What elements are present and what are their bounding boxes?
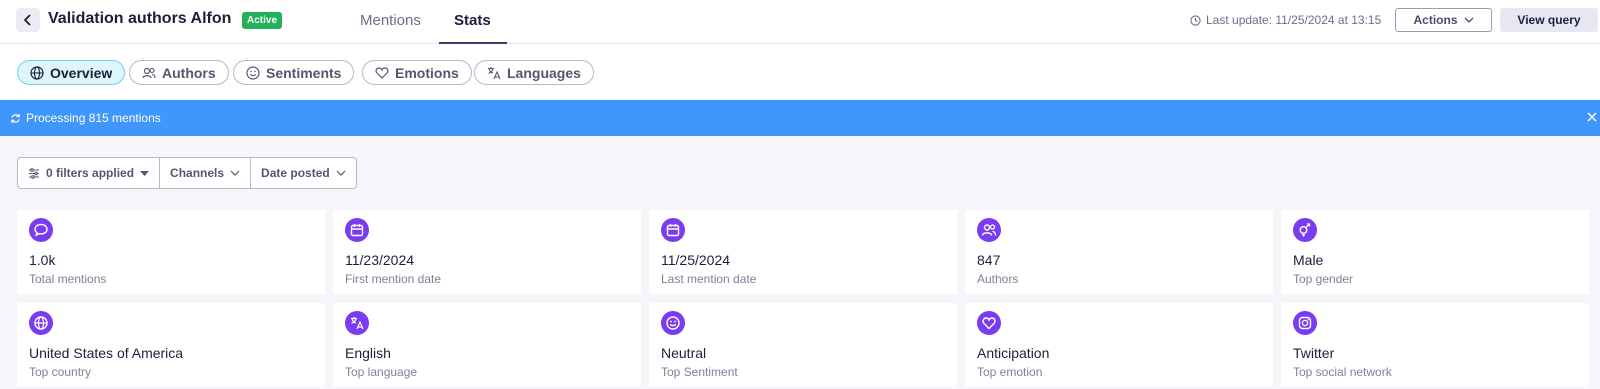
stat-card-top-social-network: Twitter Top social network (1281, 303, 1589, 387)
subtab-languages[interactable]: Languages (474, 60, 594, 85)
chevron-down-icon (1464, 17, 1473, 23)
status-badge: Active (242, 12, 283, 29)
calendar-icon (661, 218, 685, 242)
banner-text: Processing 815 mentions (26, 111, 161, 125)
stat-value: United States of America (29, 345, 184, 361)
speech-bubble-icon (29, 218, 53, 242)
subtab-emotions[interactable]: Emotions (362, 60, 472, 85)
date-posted-label: Date posted (261, 166, 330, 180)
heart-icon (977, 311, 1001, 335)
tab-stats[interactable]: Stats (454, 12, 491, 29)
subtab-sentiments[interactable]: Sentiments (233, 60, 355, 85)
stat-label: Top gender (1293, 272, 1354, 286)
stat-label: Authors (977, 272, 1019, 286)
users-icon (977, 218, 1001, 242)
subtab-label: Emotions (395, 64, 459, 81)
stat-card-top-emotion: Anticipation Top emotion (965, 303, 1273, 387)
stat-card-top-sentiment: Neutral Top Sentiment (649, 303, 957, 387)
subtab-label: Languages (507, 64, 581, 81)
back-button[interactable] (16, 8, 40, 32)
processing-banner: Processing 815 mentions (0, 100, 1600, 136)
stat-value: English (345, 345, 391, 361)
calendar-icon (345, 218, 369, 242)
stat-card-top-language: English Top language (333, 303, 641, 387)
heart-icon (375, 66, 389, 79)
stat-value: 11/25/2024 (661, 252, 731, 268)
page-title: Validation authors Alfon (48, 10, 232, 27)
globe-icon (30, 65, 44, 80)
filters-applied-dropdown[interactable]: 0 filters applied (18, 158, 161, 188)
stat-value: 11/23/2024 (345, 252, 415, 268)
stat-card-top-country: United States of America Top country (17, 303, 325, 387)
sliders-icon (29, 167, 39, 179)
stat-card-top-gender: Male Top gender (1281, 210, 1589, 294)
stat-card-total-mentions: 1.0k Total mentions (17, 210, 325, 294)
clock-icon (1190, 14, 1201, 26)
subtab-label: Sentiments (266, 64, 342, 81)
stat-label: First mention date (345, 272, 442, 286)
actions-label: Actions (1413, 13, 1458, 27)
chevron-down-icon (336, 170, 346, 176)
actions-button[interactable]: Actions (1395, 8, 1492, 32)
subtab-authors[interactable]: Authors (129, 60, 229, 85)
stat-label: Top social network (1293, 365, 1392, 379)
stat-value: 847 (977, 252, 1001, 268)
smile-icon (661, 311, 685, 335)
channels-label: Channels (170, 166, 225, 180)
stat-value: 1.0k (29, 252, 56, 268)
gender-icon (1293, 218, 1317, 242)
last-update: Last update: 11/25/2024 at 13:15 (1190, 13, 1381, 27)
refresh-icon (10, 113, 21, 124)
subtab-overview[interactable]: Overview (17, 60, 126, 85)
top-header: Validation authors Alfon Active Mentions… (0, 0, 1600, 44)
channels-dropdown[interactable]: Channels (160, 158, 252, 188)
stat-label: Last mention date (661, 272, 757, 286)
chevron-down-icon (230, 170, 240, 176)
stat-label: Top emotion (977, 365, 1043, 379)
stat-card-first-mention-date: 11/23/2024 First mention date (333, 210, 641, 294)
date-posted-dropdown[interactable]: Date posted (251, 158, 356, 188)
stat-label: Top language (345, 365, 418, 379)
stat-value: Anticipation (977, 345, 1050, 361)
globe-icon (29, 311, 53, 335)
stat-value: Male (1293, 252, 1324, 268)
close-icon[interactable] (1586, 111, 1598, 123)
chevron-left-icon (23, 14, 31, 26)
smile-icon (246, 65, 260, 80)
filter-bar: 0 filters applied Channels Date posted (17, 157, 357, 189)
stat-card-last-mention-date: 11/25/2024 Last mention date (649, 210, 957, 294)
stat-label: Total mentions (29, 272, 107, 286)
tab-mentions[interactable]: Mentions (360, 12, 421, 29)
filters-applied-label: 0 filters applied (46, 166, 135, 180)
stat-card-authors: 847 Authors (965, 210, 1273, 294)
stat-value: Neutral (661, 345, 707, 361)
subtab-label: Authors (162, 64, 216, 81)
subtab-bar: Overview Authors Sentiments Emotions Lan… (0, 44, 1600, 100)
last-update-text: Last update: 11/25/2024 at 13:15 (1206, 13, 1382, 27)
instagram-icon (1293, 311, 1317, 335)
users-icon (142, 67, 156, 78)
stat-label: Top Sentiment (661, 365, 738, 379)
stat-value: Twitter (1293, 345, 1335, 361)
subtab-label: Overview (50, 64, 113, 81)
view-query-button[interactable]: View query (1500, 8, 1598, 32)
caret-down-icon (140, 170, 150, 176)
translate-icon (488, 66, 501, 79)
translate-icon (345, 311, 369, 335)
stat-label: Top country (29, 365, 92, 379)
